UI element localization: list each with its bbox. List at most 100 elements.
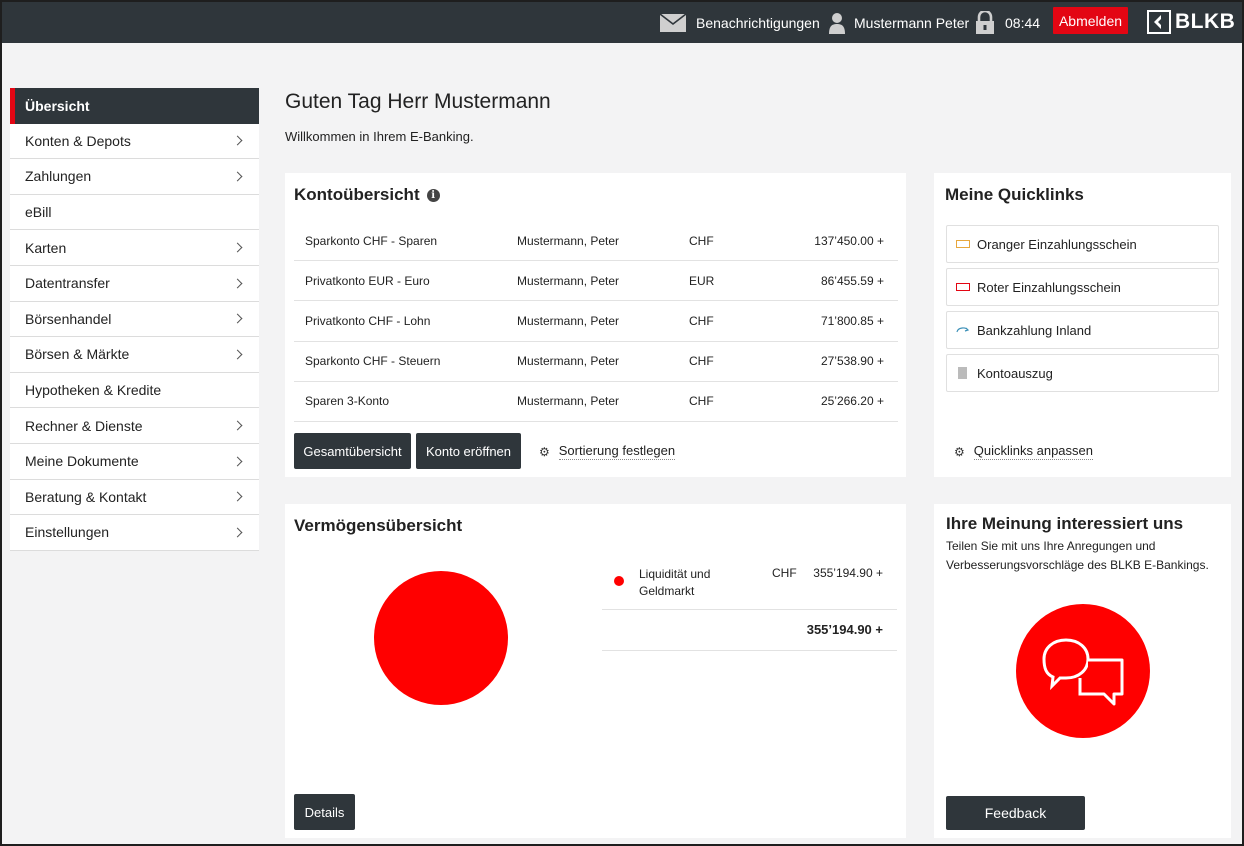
quicklink-item[interactable]: Kontoauszug bbox=[946, 354, 1219, 392]
account-balance: 25’266.20 + bbox=[820, 394, 884, 409]
account-balance: 71’800.85 + bbox=[820, 313, 884, 328]
info-icon[interactable]: i bbox=[426, 188, 440, 202]
page-title: Guten Tag Herr Mustermann bbox=[285, 90, 551, 113]
sidebar-item-label: Konten & Depots bbox=[25, 132, 131, 149]
blkb-logo[interactable]: BLKB bbox=[1147, 9, 1235, 35]
sidebar-item-label: Übersicht bbox=[25, 97, 90, 114]
open-account-button[interactable]: Konto eröffnen bbox=[416, 433, 521, 469]
sidebar-item-label: Zahlungen bbox=[25, 168, 92, 185]
sidebar-item[interactable]: Beratung & Kontakt bbox=[10, 479, 259, 516]
sort-link-label: Sortierung festlegen bbox=[558, 443, 676, 460]
chevron-right-icon bbox=[232, 135, 243, 146]
quicklinks-card: Meine Quicklinks Oranger Einzahlungssche… bbox=[934, 173, 1231, 477]
account-holder: Mustermann, Peter bbox=[517, 313, 620, 328]
notifications-link[interactable]: Benachrichtigungen bbox=[659, 2, 820, 43]
chevron-right-icon bbox=[232, 278, 243, 289]
feedback-button[interactable]: Feedback bbox=[946, 796, 1085, 830]
user-profile-link[interactable]: Mustermann Peter bbox=[828, 2, 969, 43]
transfer-icon bbox=[955, 325, 970, 335]
assets-title: Vermögensübersicht bbox=[294, 516, 463, 535]
legend-dot bbox=[614, 576, 624, 586]
overview-button[interactable]: Gesamtübersicht bbox=[294, 433, 411, 469]
sidebar-item[interactable]: Zahlungen bbox=[10, 159, 259, 195]
orange-slip-icon bbox=[955, 239, 970, 249]
account-holder: Mustermann, Peter bbox=[517, 273, 620, 288]
sidebar-item-label: eBill bbox=[25, 204, 52, 221]
chevron-right-icon bbox=[232, 313, 243, 324]
sidebar-item[interactable]: Datentransfer bbox=[10, 265, 259, 302]
account-row[interactable]: Sparen 3-Konto Mustermann, Peter CHF 25’266… bbox=[294, 382, 898, 422]
quicklinks-adjust-link[interactable]: ⚙ Quicklinks anpassen bbox=[954, 443, 1093, 460]
account-row[interactable]: Privatkonto CHF - Lohn Mustermann, Peter C… bbox=[294, 301, 898, 342]
sidebar-item[interactable]: Hypotheken & Kredite bbox=[10, 372, 259, 409]
account-currency: CHF bbox=[689, 354, 714, 369]
asset-value: 355’194.90 + bbox=[813, 566, 883, 580]
chevron-right-icon bbox=[232, 171, 243, 182]
quicklink-item[interactable]: Oranger Einzahlungsschein bbox=[946, 225, 1219, 263]
welcome-text: Willkommen in Ihrem E-Banking. bbox=[285, 129, 474, 144]
sidebar-item-label: Meine Dokumente bbox=[25, 453, 139, 470]
quicklink-label: Kontoauszug bbox=[977, 365, 1053, 381]
document-icon bbox=[955, 367, 970, 379]
sidebar-item[interactable]: Übersicht bbox=[10, 88, 259, 124]
chevron-right-icon bbox=[232, 242, 243, 253]
accounts-card: Kontoübersicht i Sparkonto CHF - Sparen M… bbox=[285, 173, 906, 477]
app-frame: Benachrichtigungen Mustermann Peter 08:4… bbox=[2, 2, 1242, 844]
account-name: Sparkonto CHF - Sparen bbox=[305, 233, 438, 248]
chevron-right-icon bbox=[232, 456, 243, 467]
gear-icon: ⚙ bbox=[539, 444, 550, 459]
accounts-table: Sparkonto CHF - Sparen Mustermann, Peter C… bbox=[294, 221, 898, 422]
sidebar-item[interactable]: Börsen & Märkte bbox=[10, 337, 259, 373]
sidebar-nav: Übersicht Konten & Depots Zahlungen eBill Ka… bbox=[10, 88, 259, 551]
chevron-right-icon bbox=[232, 491, 243, 502]
top-bar: Benachrichtigungen Mustermann Peter 08:4… bbox=[2, 2, 1242, 43]
sidebar-item-label: Hypotheken & Kredite bbox=[25, 382, 162, 399]
account-currency: CHF bbox=[689, 394, 714, 409]
account-currency: CHF bbox=[689, 233, 714, 248]
gear-icon: ⚙ bbox=[954, 444, 965, 459]
sidebar-item[interactable]: eBill bbox=[10, 194, 259, 231]
accounts-title: Kontoübersicht i bbox=[294, 185, 440, 205]
accounts-title-label: Kontoübersicht bbox=[294, 185, 420, 204]
logo-mark-icon bbox=[1147, 10, 1171, 34]
account-row[interactable]: Sparkonto CHF - Steuern Mustermann, Peter… bbox=[294, 342, 898, 382]
feedback-card: Ihre Meinung interessiert uns Teilen Sie… bbox=[934, 504, 1231, 838]
quicklinks-title: Meine Quicklinks bbox=[945, 185, 1084, 204]
account-name: Sparen 3-Konto bbox=[305, 394, 390, 409]
sidebar-item-label: Rechner & Dienste bbox=[25, 417, 143, 434]
asset-currency: CHF bbox=[772, 566, 797, 580]
sidebar-item[interactable]: Rechner & Dienste bbox=[10, 408, 259, 444]
quicklink-label: Oranger Einzahlungsschein bbox=[977, 236, 1137, 252]
account-balance: 137’450.00 + bbox=[814, 233, 884, 248]
quicklink-item[interactable]: Roter Einzahlungsschein bbox=[946, 268, 1219, 306]
sidebar-item-label: Beratung & Kontakt bbox=[25, 488, 147, 505]
quicklink-item[interactable]: Bankzahlung Inland bbox=[946, 311, 1219, 349]
user-name: Mustermann Peter bbox=[854, 14, 970, 31]
logout-button[interactable]: Abmelden bbox=[1053, 7, 1128, 34]
sidebar-item-label: Karten bbox=[25, 239, 67, 256]
sort-link[interactable]: ⚙ Sortierung festlegen bbox=[539, 443, 676, 460]
quicklink-label: Bankzahlung Inland bbox=[977, 322, 1092, 338]
account-holder: Mustermann, Peter bbox=[517, 233, 620, 248]
account-row[interactable]: Privatkonto EUR - Euro Mustermann, Peter E… bbox=[294, 261, 898, 302]
lock-icon bbox=[976, 10, 994, 34]
account-row[interactable]: Sparkonto CHF - Sparen Mustermann, Peter C… bbox=[294, 221, 898, 262]
asset-pie-chart bbox=[374, 571, 508, 705]
asset-row: Liquidität und Geldmarkt CHF 355’194.90 … bbox=[602, 563, 897, 610]
account-name: Sparkonto CHF - Steuern bbox=[305, 354, 441, 369]
sidebar-item[interactable]: Meine Dokumente bbox=[10, 443, 259, 480]
sidebar-item[interactable]: Börsenhandel bbox=[10, 301, 259, 338]
sidebar-item[interactable]: Einstellungen bbox=[10, 515, 259, 551]
chevron-right-icon bbox=[232, 420, 243, 431]
account-holder: Mustermann, Peter bbox=[517, 394, 620, 409]
details-button[interactable]: Details bbox=[294, 794, 355, 830]
red-slip-icon bbox=[955, 282, 970, 292]
sidebar-item-label: Einstellungen bbox=[25, 524, 110, 541]
account-currency: CHF bbox=[689, 313, 714, 328]
feedback-title: Ihre Meinung interessiert uns bbox=[946, 514, 1184, 533]
session-timer: 08:44 bbox=[975, 2, 1040, 43]
sidebar-item[interactable]: Konten & Depots bbox=[10, 123, 259, 160]
sidebar-item[interactable]: Karten bbox=[10, 230, 259, 266]
account-holder: Mustermann, Peter bbox=[517, 354, 620, 369]
assets-card: Vermögensübersicht Liquidität und Geldma… bbox=[285, 504, 906, 838]
